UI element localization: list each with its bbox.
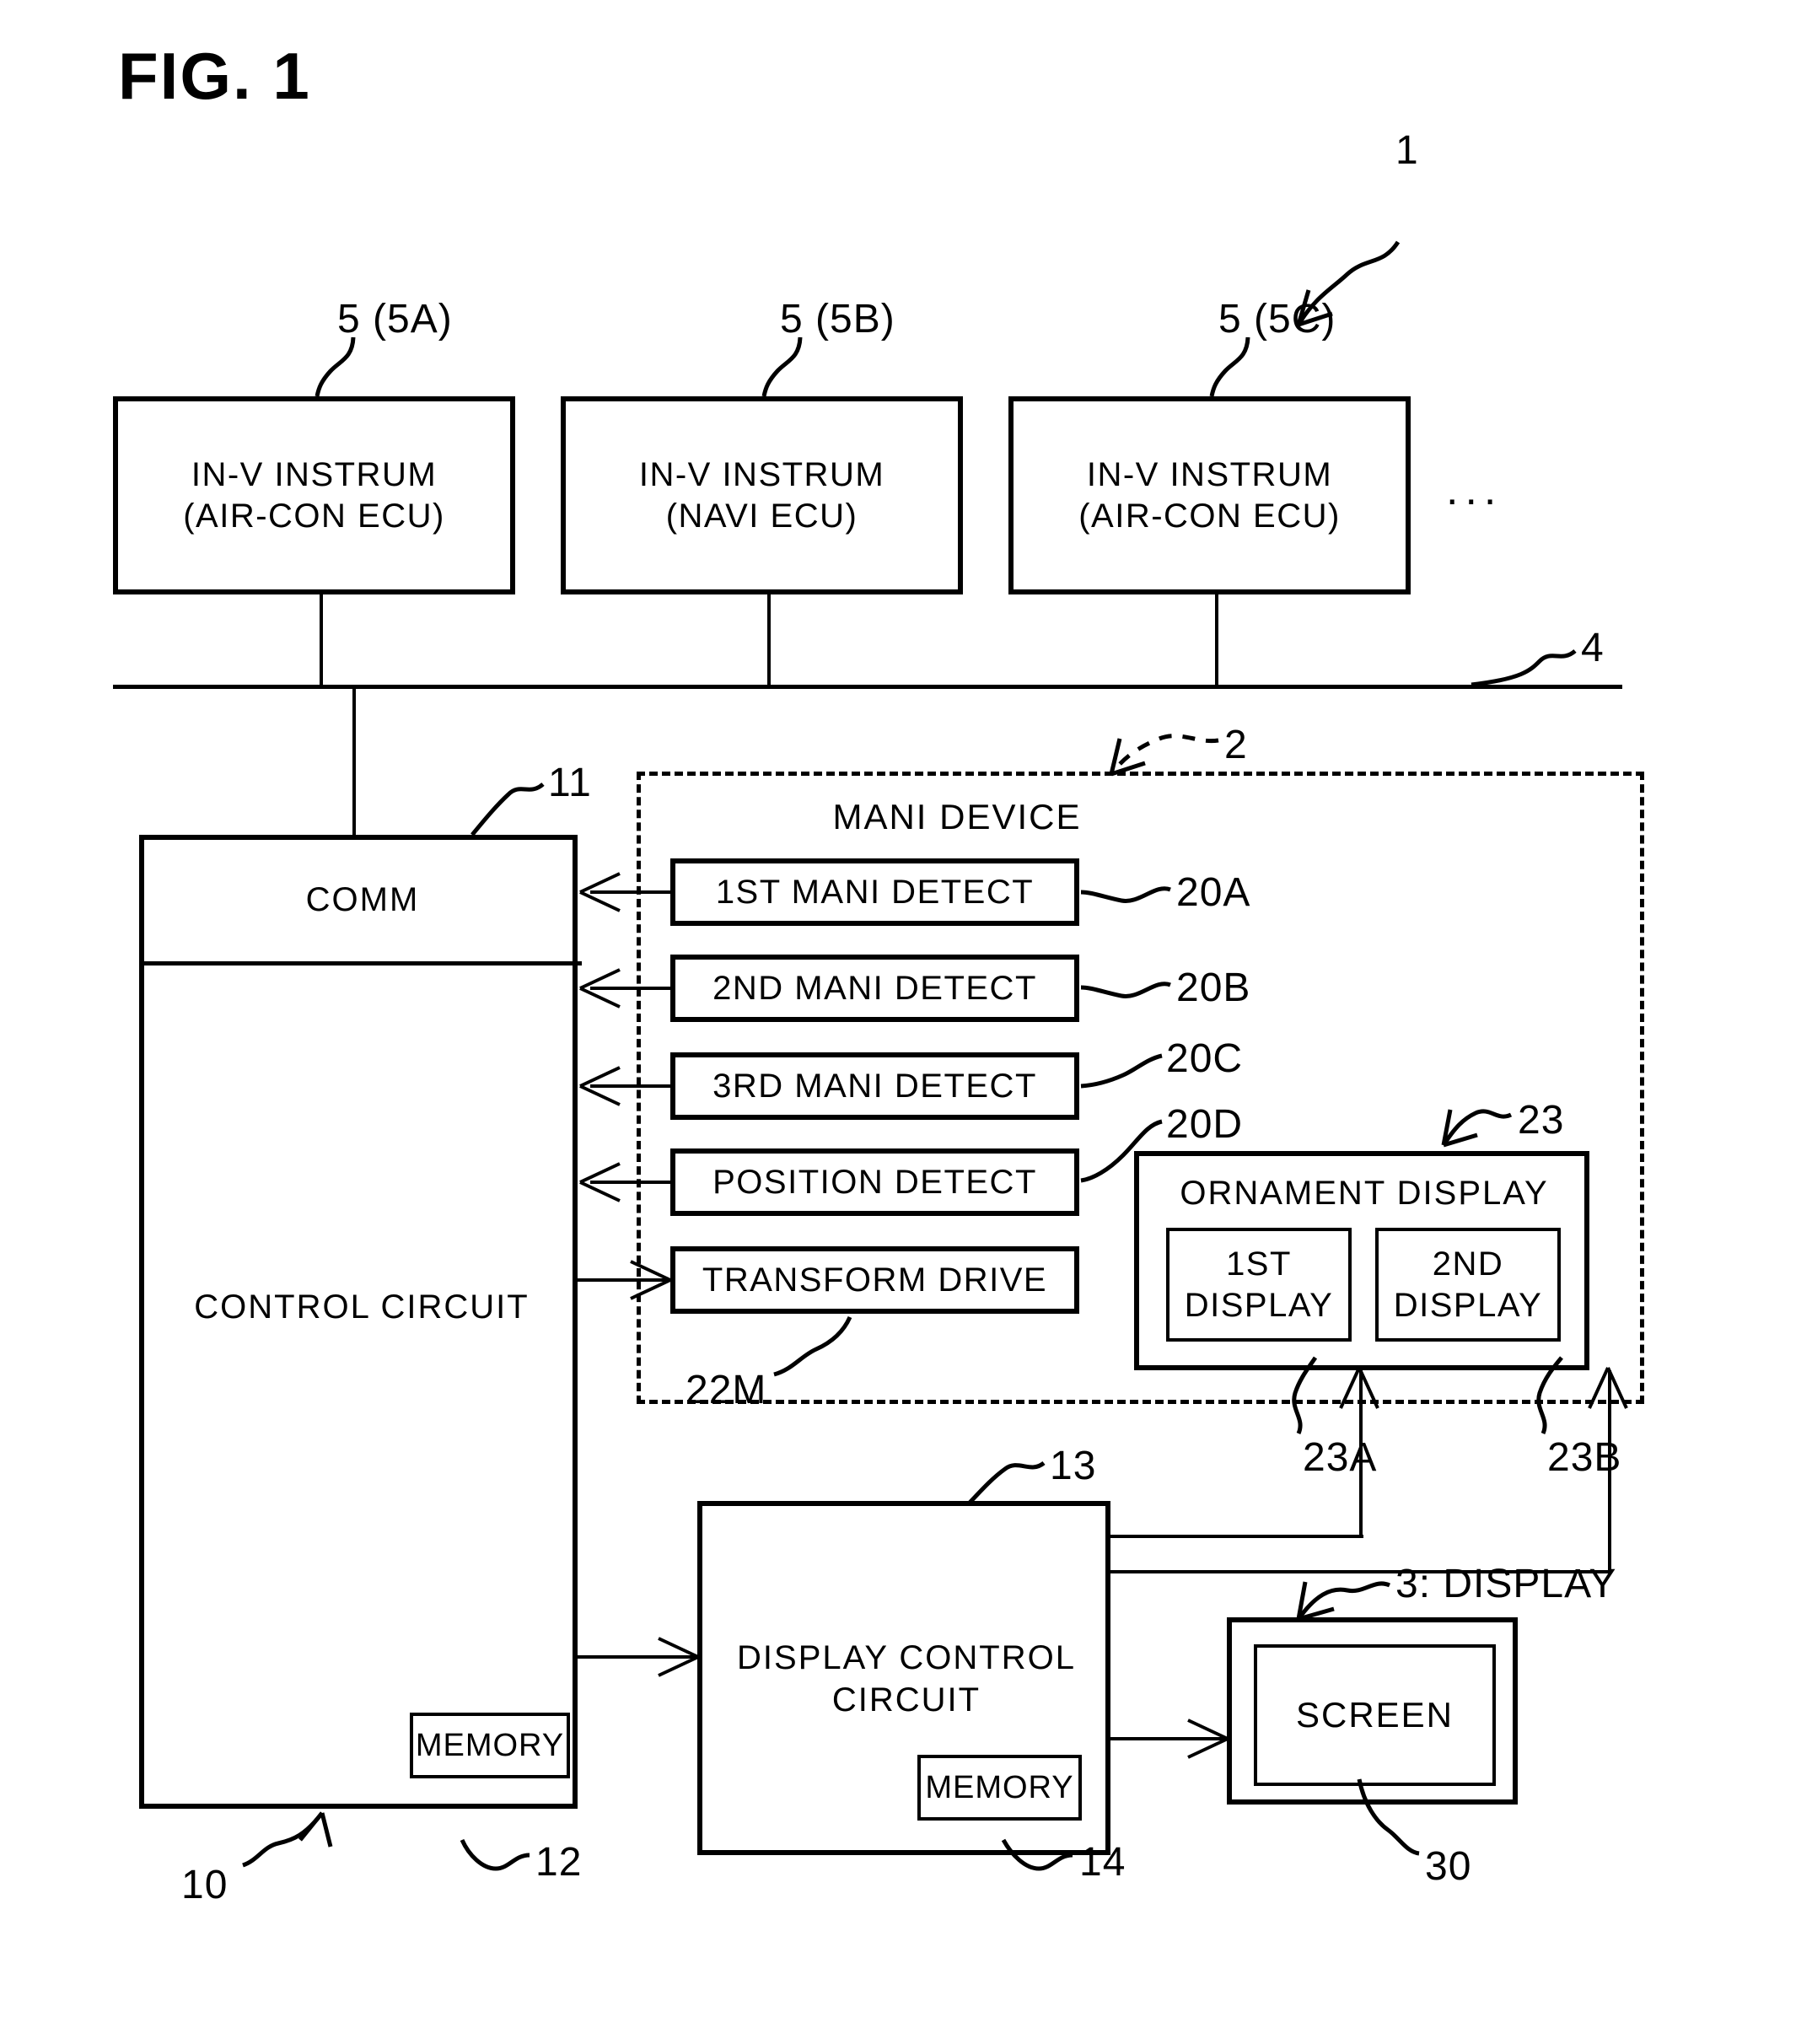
ref-label-20b: 20B — [1176, 966, 1251, 1010]
display-control-circuit-label: DISPLAY CONTROL CIRCUIT — [702, 1637, 1110, 1721]
ecu-memory-label: MEMORY — [415, 1727, 565, 1763]
wire-position-detect-to-ecu — [590, 1181, 672, 1184]
mani-block-label: 2ND MANI DETECT — [712, 969, 1037, 1007]
display-control-circuit-label-line2: CIRCUIT — [831, 1681, 981, 1719]
display-control-circuit-container[interactable]: DISPLAY CONTROL CIRCUIT MEMORY — [697, 1501, 1110, 1855]
instrument-box-navi-ecu[interactable]: IN-V INSTRUM (NAVI ECU) — [561, 396, 963, 594]
instrument-label-line2: (AIR-CON ECU) — [1078, 497, 1341, 535]
wire-1st-mani-to-ecu — [590, 890, 672, 894]
ref-label-ecu: 10 — [181, 1863, 229, 1907]
bus-drop-wire-b — [767, 594, 771, 687]
ref-label-screen: 30 — [1425, 1844, 1472, 1889]
wire-ecu-to-display-control — [578, 1655, 700, 1659]
ref-label-instrument-a: 5 (5A) — [337, 297, 453, 342]
arrowhead-display-ref — [1296, 1581, 1335, 1622]
ornament-display-title: ORNAMENT DISPLAY — [1180, 1175, 1549, 1212]
wire-3rd-mani-to-ecu — [590, 1084, 672, 1088]
bus-drop-wire-c — [1215, 594, 1218, 687]
mani-device-title: MANI DEVICE — [832, 797, 1082, 836]
mani-block-label: POSITION DETECT — [712, 1163, 1037, 1201]
ornament-panel-line2: DISPLAY — [1393, 1286, 1543, 1324]
mani-block-3rd-mani-detect[interactable]: 3RD MANI DETECT — [670, 1052, 1079, 1120]
ecu-memory-block[interactable]: MEMORY — [410, 1713, 570, 1778]
ecu-container[interactable]: COMM CONTROL CIRCUIT MEMORY — [139, 835, 582, 1809]
ref-label-display-control-circuit: 13 — [1050, 1444, 1097, 1488]
wire-ecu-to-transform-drive — [578, 1278, 672, 1282]
leader-12 — [460, 1838, 530, 1871]
ref-label-22m: 22M — [686, 1368, 767, 1412]
figure-canvas: FIG. 1 1 5 (5A) 5 (5B) 5 (5C) IN-V INSTR… — [0, 0, 1812, 2044]
instrument-label-line2: (NAVI ECU) — [665, 497, 858, 535]
ornament-panel-1st-display[interactable]: 1ST DISPLAY — [1166, 1228, 1352, 1342]
display-device-container[interactable]: SCREEN — [1227, 1617, 1518, 1805]
mani-block-label: TRANSFORM DRIVE — [702, 1261, 1048, 1299]
bus-to-ecu-wire — [352, 685, 356, 836]
ornament-panel-2nd-display[interactable]: 2ND DISPLAY — [1375, 1228, 1561, 1342]
ref-label-20a: 20A — [1176, 870, 1251, 915]
leader-instrument-a — [315, 336, 356, 397]
control-circuit-label: CONTROL CIRCUIT — [194, 1288, 530, 1326]
ornament-display-container[interactable]: ORNAMENT DISPLAY 1ST DISPLAY 2ND DISPLAY — [1134, 1151, 1589, 1370]
ref-label-23a: 23A — [1303, 1435, 1378, 1480]
ref-label-20d: 20D — [1166, 1102, 1244, 1147]
bus-drop-wire-a — [320, 594, 323, 687]
ref-label-display-control-memory: 14 — [1079, 1840, 1126, 1885]
comm-label: COMM — [305, 881, 420, 919]
mani-block-2nd-mani-detect[interactable]: 2ND MANI DETECT — [670, 955, 1079, 1022]
wire-display-control-to-2nd-display-v — [1608, 1370, 1611, 1573]
leader-instrument-b — [761, 336, 803, 397]
ref-label-20c: 20C — [1166, 1036, 1244, 1081]
instrument-label-line2: (AIR-CON ECU) — [183, 497, 445, 535]
leader-10 — [242, 1811, 324, 1868]
mani-block-transform-drive[interactable]: TRANSFORM DRIVE — [670, 1246, 1079, 1314]
leader-13 — [968, 1460, 1046, 1504]
screen-block[interactable]: SCREEN — [1254, 1644, 1496, 1786]
instrument-ellipsis: ... — [1446, 465, 1503, 514]
leader-comm-ref — [470, 782, 545, 836]
ref-label-ornament-display: 23 — [1518, 1098, 1565, 1143]
comm-block[interactable]: COMM — [143, 839, 582, 966]
arrowhead-10 — [298, 1811, 333, 1848]
leader-instrument-c — [1209, 336, 1250, 397]
ref-label-system: 1 — [1395, 128, 1419, 173]
wire-2nd-mani-to-ecu — [590, 987, 672, 990]
display-control-circuit-label-line1: DISPLAY CONTROL — [737, 1639, 1076, 1676]
ornament-panel-line1: 2ND — [1432, 1245, 1504, 1283]
ref-label-mani-device: 2 — [1224, 723, 1248, 767]
figure-title: FIG. 1 — [118, 39, 311, 113]
instrument-box-air-con-ecu-c[interactable]: IN-V INSTRUM (AIR-CON ECU) — [1008, 396, 1411, 594]
mani-block-1st-mani-detect[interactable]: 1ST MANI DETECT — [670, 858, 1079, 926]
mani-block-position-detect[interactable]: POSITION DETECT — [670, 1148, 1079, 1216]
mani-block-label: 3RD MANI DETECT — [712, 1067, 1037, 1105]
wire-display-control-to-1st-display-h — [1110, 1535, 1363, 1538]
display-control-memory-block[interactable]: MEMORY — [917, 1755, 1082, 1821]
arrowhead-mani-device-ref — [1109, 738, 1146, 777]
instrument-label-line1: IN-V INSTRUM — [191, 455, 438, 493]
instrument-label-line1: IN-V INSTRUM — [1086, 455, 1333, 493]
wire-display-control-to-display — [1110, 1737, 1229, 1740]
ref-label-instrument-b: 5 (5B) — [780, 297, 895, 342]
wire-display-control-to-1st-display-v — [1359, 1370, 1363, 1537]
ref-label-ecu-memory: 12 — [535, 1840, 583, 1885]
instrument-label-line1: IN-V INSTRUM — [638, 455, 885, 493]
instrument-box-air-con-ecu-a[interactable]: IN-V INSTRUM (AIR-CON ECU) — [113, 396, 515, 594]
arrowhead-group-detect-inputs — [579, 872, 621, 1202]
display-control-memory-label: MEMORY — [925, 1769, 1074, 1805]
wire-display-control-to-2nd-display-h — [1110, 1570, 1612, 1573]
screen-label: SCREEN — [1295, 1695, 1454, 1735]
ref-label-comm: 11 — [548, 761, 592, 805]
ref-label-bus: 4 — [1581, 626, 1605, 670]
communication-bus — [113, 685, 1622, 689]
leader-display-ref — [1296, 1581, 1391, 1621]
ornament-panel-line2: DISPLAY — [1184, 1286, 1334, 1324]
mani-block-label: 1ST MANI DETECT — [715, 873, 1035, 911]
leader-bus-ref — [1471, 648, 1577, 687]
leader-mani-device-ref — [1110, 734, 1219, 776]
ref-label-instrument-c: 5 (5C) — [1218, 297, 1336, 342]
ornament-panel-line1: 1ST — [1226, 1245, 1292, 1283]
